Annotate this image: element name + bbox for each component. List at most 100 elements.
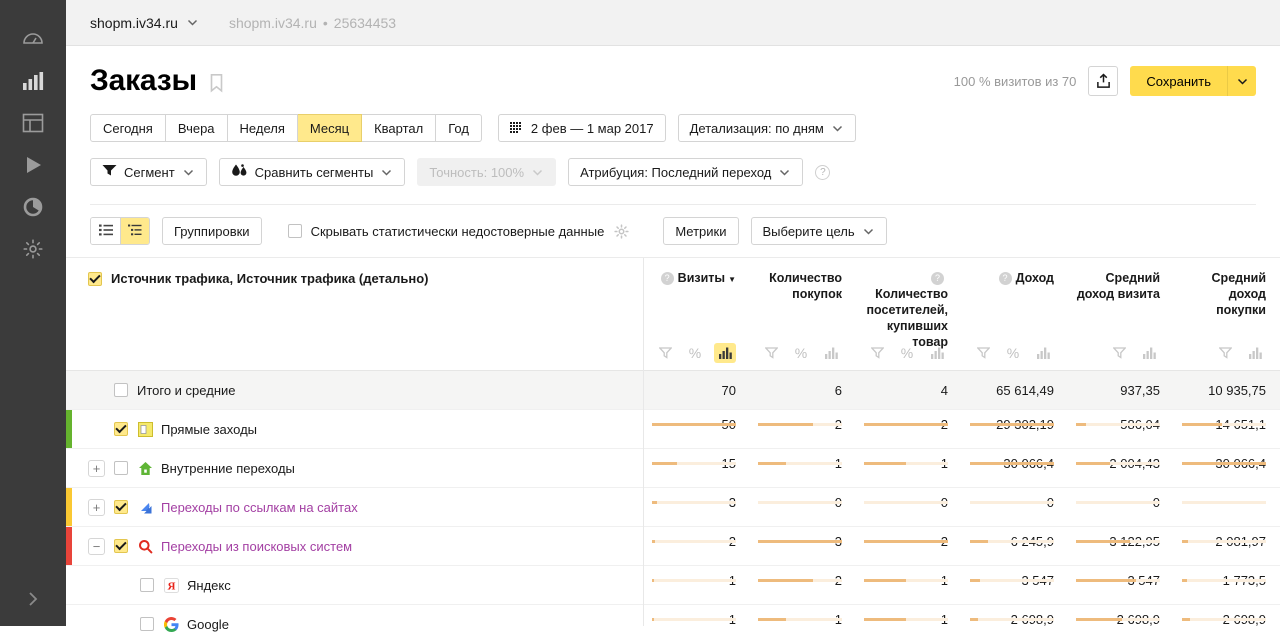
filter-icon[interactable] bbox=[972, 343, 994, 363]
chart-icon[interactable] bbox=[820, 343, 842, 363]
sidebar-item-webvisor[interactable] bbox=[0, 144, 66, 186]
metric-bar-track bbox=[758, 579, 842, 582]
filter-icon[interactable] bbox=[866, 343, 888, 363]
chart-icon[interactable] bbox=[1032, 343, 1054, 363]
site-selector-label[interactable]: shopm.iv34.ru bbox=[90, 15, 178, 31]
detail-button[interactable]: Детализация: по дням bbox=[678, 114, 856, 142]
sidebar-expand-button[interactable] bbox=[0, 584, 66, 614]
sidebar-item-settings[interactable] bbox=[0, 228, 66, 270]
row-color-strip bbox=[66, 527, 72, 565]
metric-rows: 706465 614,49937,3510 935,75502229 302,1… bbox=[644, 370, 1280, 643]
filter-icon[interactable] bbox=[654, 343, 676, 363]
sidebar-item-maps[interactable] bbox=[0, 102, 66, 144]
metric-column-avg-visit-revenue[interactable]: Средний доход визита bbox=[1068, 258, 1174, 336]
row-checkbox[interactable] bbox=[114, 500, 128, 514]
chart-icon[interactable] bbox=[714, 343, 736, 363]
percent-icon[interactable]: % bbox=[896, 343, 918, 363]
row-label[interactable]: Переходы из поисковых систем bbox=[161, 539, 352, 554]
help-icon[interactable]: ? bbox=[661, 272, 674, 285]
period-button-month[interactable]: Месяц bbox=[298, 114, 362, 142]
segment-button[interactable]: Сегмент bbox=[90, 158, 207, 186]
table-row-search[interactable]: − Переходы из поисковых систем bbox=[66, 526, 643, 565]
metric-column-revenue[interactable]: ?Доход bbox=[962, 258, 1068, 336]
metric-row-cells: 151130 066,42 004,4330 066,4 bbox=[644, 449, 1280, 471]
chart-icon[interactable] bbox=[926, 343, 948, 363]
row-checkbox[interactable] bbox=[140, 617, 154, 631]
help-icon[interactable]: ? bbox=[999, 272, 1012, 285]
metric-column-buyers[interactable]: ?Количество посетителей, купивших товар bbox=[856, 258, 962, 336]
row-expander-button[interactable]: + bbox=[88, 460, 105, 477]
metrics-button[interactable]: Метрики bbox=[663, 217, 738, 245]
sidebar-item-audience[interactable] bbox=[0, 186, 66, 228]
row-expander-button[interactable]: + bbox=[88, 499, 105, 516]
metric-row-cells: 706465 614,49937,3510 935,75 bbox=[644, 383, 1280, 398]
settings-gear-icon[interactable] bbox=[614, 224, 629, 239]
percent-icon[interactable]: % bbox=[1002, 343, 1024, 363]
metric-cell: 30 066,4 bbox=[1174, 449, 1280, 471]
period-button-yesterday[interactable]: Вчера bbox=[166, 114, 228, 142]
row-checkbox[interactable] bbox=[114, 461, 128, 475]
metric-column-avg-purchase-revenue[interactable]: Средний доход покупки bbox=[1174, 258, 1280, 336]
save-button[interactable]: Сохранить bbox=[1130, 66, 1256, 96]
help-icon[interactable]: ? bbox=[931, 272, 944, 285]
period-button-quarter[interactable]: Квартал bbox=[362, 114, 436, 142]
metric-bar-fill bbox=[864, 462, 906, 465]
metric-value: 4 bbox=[941, 383, 948, 398]
compare-segments-button[interactable]: Сравнить сегменты bbox=[219, 158, 406, 186]
chevron-down-icon bbox=[380, 166, 393, 179]
table-row-google[interactable]: Google bbox=[66, 604, 643, 643]
filter-icon[interactable] bbox=[760, 343, 782, 363]
metric-column-visits[interactable]: ? Визиты▼ bbox=[644, 258, 750, 336]
view-mode-tree-button[interactable] bbox=[120, 218, 149, 244]
bookmark-icon[interactable] bbox=[209, 73, 224, 93]
row-checkbox[interactable] bbox=[114, 539, 128, 553]
save-button-dropdown[interactable] bbox=[1228, 66, 1256, 96]
sidebar-item-reports[interactable] bbox=[0, 60, 66, 102]
metric-column-purchases[interactable]: Количество покупок bbox=[750, 258, 856, 336]
row-checkbox[interactable] bbox=[114, 383, 128, 397]
dimension-select-all-checkbox[interactable] bbox=[88, 272, 102, 286]
site-selector-chevron[interactable] bbox=[186, 16, 199, 29]
filter-icon[interactable] bbox=[1214, 343, 1236, 363]
percent-icon[interactable]: % bbox=[790, 343, 812, 363]
metric-cell: 2 698,9 bbox=[1174, 605, 1280, 627]
percent-icon[interactable]: % bbox=[684, 343, 706, 363]
attribution-button[interactable]: Атрибуция: Последний переход bbox=[568, 158, 803, 186]
metric-cell: 4 bbox=[856, 383, 962, 398]
metric-bar-track bbox=[758, 462, 842, 465]
metric-bar-fill bbox=[758, 618, 786, 621]
table-row-totals[interactable]: Итого и средние bbox=[66, 370, 643, 409]
filters-row: Сегмент Сравнить bbox=[90, 158, 1256, 186]
metric-value: 6 bbox=[835, 383, 842, 398]
topbar-meta-separator: • bbox=[323, 15, 328, 31]
table-row-direct[interactable]: Прямые заходы bbox=[66, 409, 643, 448]
attribution-help-icon[interactable]: ? bbox=[815, 165, 830, 180]
period-button-week[interactable]: Неделя bbox=[228, 114, 298, 142]
period-button-year[interactable]: Год bbox=[436, 114, 482, 142]
sidebar-item-dashboard[interactable] bbox=[0, 18, 66, 60]
row-expander-button[interactable]: − bbox=[88, 538, 105, 555]
metric-cell: 50 bbox=[644, 410, 750, 432]
export-button[interactable] bbox=[1088, 66, 1118, 96]
table-row-referral[interactable]: + Переходы по ссылкам на сайтах bbox=[66, 487, 643, 526]
view-mode-list-button[interactable] bbox=[91, 218, 120, 244]
period-button-today[interactable]: Сегодня bbox=[90, 114, 166, 142]
metric-title: Визиты bbox=[678, 271, 725, 285]
table-row-internal[interactable]: + Внутренние переходы bbox=[66, 448, 643, 487]
groupings-button[interactable]: Группировки bbox=[162, 217, 262, 245]
row-checkbox[interactable] bbox=[114, 422, 128, 436]
dimension-title: Источник трафика, Источник трафика (дета… bbox=[111, 271, 429, 286]
row-checkbox[interactable] bbox=[140, 578, 154, 592]
sort-desc-icon[interactable]: ▼ bbox=[728, 275, 736, 284]
date-range-button[interactable]: 2 фев — 1 мар 2017 bbox=[498, 114, 666, 142]
row-label[interactable]: Переходы по ссылкам на сайтах bbox=[161, 500, 358, 515]
chart-icon[interactable] bbox=[1244, 343, 1266, 363]
chart-icon[interactable] bbox=[1138, 343, 1160, 363]
filter-icon[interactable] bbox=[1108, 343, 1130, 363]
table-row-yandex[interactable]: Я Яндекс bbox=[66, 565, 643, 604]
hide-unreliable-checkbox[interactable] bbox=[288, 224, 302, 238]
select-goal-button[interactable]: Выберите цель bbox=[751, 217, 887, 245]
accuracy-button[interactable]: Точность: 100% bbox=[417, 158, 556, 186]
metric-bar-track bbox=[864, 618, 948, 621]
metric-bar-track bbox=[758, 501, 842, 504]
